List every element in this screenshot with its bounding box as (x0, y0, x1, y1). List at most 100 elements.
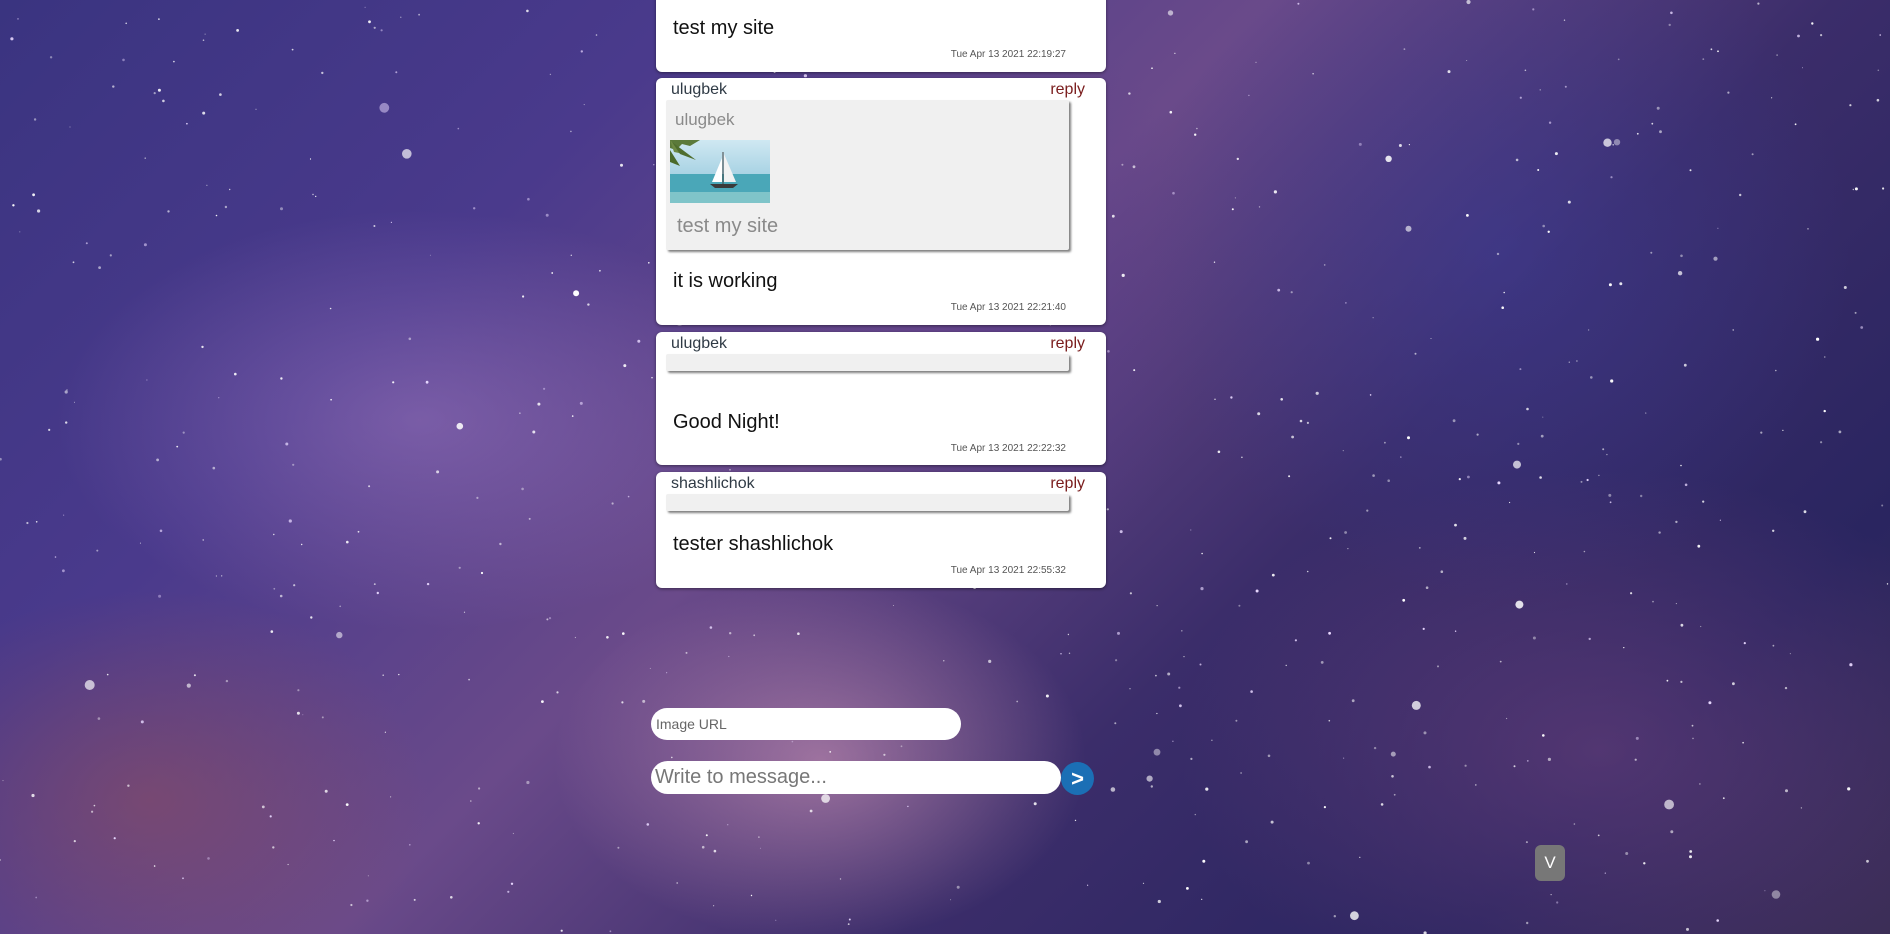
star (279, 594, 283, 598)
star (19, 231, 21, 233)
star (157, 88, 161, 92)
star (1732, 329, 1734, 331)
star (219, 93, 222, 96)
star (666, 672, 668, 674)
star (522, 295, 525, 298)
star (1153, 748, 1161, 756)
star (1625, 852, 1629, 855)
star (651, 377, 653, 379)
star (499, 542, 502, 546)
star (1823, 409, 1826, 413)
star (1068, 652, 1071, 654)
star (1183, 656, 1185, 658)
star (847, 923, 850, 925)
star (156, 458, 160, 462)
star (1257, 412, 1261, 416)
star (1732, 682, 1735, 686)
star (1214, 398, 1216, 400)
star (1156, 712, 1158, 715)
star (204, 33, 206, 35)
star (218, 397, 220, 399)
message-timestamp: Tue Apr 13 2021 22:21:40 (950, 302, 1066, 313)
star (526, 780, 530, 785)
star (1437, 665, 1439, 668)
star (390, 221, 392, 223)
star (676, 882, 679, 884)
star (1816, 337, 1820, 341)
sailboat-beach-thumbnail-icon (670, 140, 770, 203)
reply-link[interactable]: reply (1050, 81, 1085, 99)
star (84, 680, 95, 690)
star (1328, 631, 1331, 635)
star (380, 29, 383, 32)
star (709, 626, 713, 629)
star (753, 634, 756, 637)
star (579, 401, 583, 405)
star (1659, 130, 1662, 134)
star (1466, 60, 1468, 61)
star (470, 800, 472, 802)
scroll-down-button[interactable]: V (1535, 845, 1565, 881)
star (1583, 550, 1586, 553)
star (1255, 61, 1257, 64)
star (583, 104, 585, 106)
star (1739, 193, 1742, 197)
star (1640, 494, 1643, 498)
star (143, 243, 147, 247)
star (392, 381, 395, 384)
star (1547, 230, 1550, 233)
star (573, 290, 580, 297)
star (1110, 787, 1116, 792)
star (1359, 856, 1361, 858)
star (1580, 480, 1583, 483)
star (202, 539, 204, 541)
star (1772, 529, 1775, 532)
star (1156, 605, 1158, 607)
message-input[interactable] (651, 761, 1061, 794)
star (1358, 142, 1362, 146)
star (35, 896, 38, 899)
star (473, 207, 476, 210)
star (1306, 421, 1309, 424)
star (93, 804, 96, 807)
star (1608, 283, 1612, 287)
image-url-input[interactable] (651, 708, 961, 740)
star (1172, 740, 1174, 742)
star (324, 789, 328, 793)
send-button[interactable]: > (1061, 762, 1094, 795)
star (1700, 625, 1702, 628)
message-text: tester shashlichok (673, 533, 834, 555)
star (429, 254, 431, 256)
star (321, 71, 324, 75)
star (1670, 830, 1674, 834)
star (1503, 291, 1505, 294)
reply-link[interactable]: reply (1050, 335, 1085, 353)
star (73, 840, 76, 843)
star (1150, 785, 1154, 788)
star (1454, 630, 1457, 632)
star (402, 149, 412, 159)
star (1343, 757, 1345, 759)
star (339, 605, 342, 608)
star (526, 9, 529, 13)
star (574, 636, 577, 639)
star (1464, 764, 1467, 767)
star (1751, 153, 1754, 156)
star (1045, 694, 1049, 698)
star (376, 591, 379, 595)
star (463, 611, 466, 613)
star (0, 457, 2, 461)
star (225, 679, 229, 683)
star (1556, 901, 1559, 904)
reply-link[interactable]: reply (1050, 475, 1085, 493)
star (288, 519, 292, 523)
star (606, 636, 609, 639)
message-author: ulugbek (671, 81, 728, 98)
star (26, 521, 29, 525)
star (1315, 391, 1319, 395)
star (1852, 188, 1855, 191)
star (1016, 700, 1019, 703)
star (646, 823, 650, 826)
star (1645, 412, 1647, 414)
star (1342, 450, 1344, 452)
